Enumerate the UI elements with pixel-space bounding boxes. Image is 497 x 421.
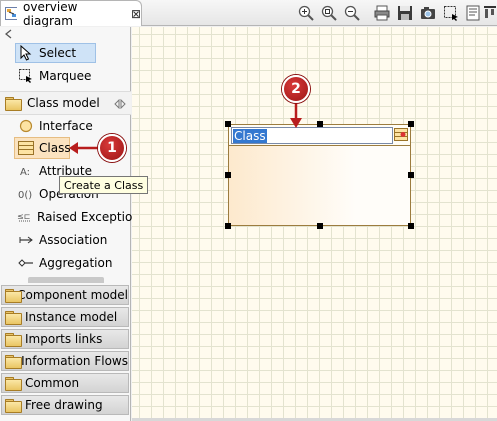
palette-tool-marquee[interactable]: Marquee [0, 65, 131, 87]
palette: Select Marquee Class model Interface Cla… [0, 27, 140, 421]
class-name-value: Class [233, 128, 267, 143]
save-icon[interactable] [396, 4, 414, 22]
palette-item-label: Interface [39, 119, 93, 133]
svg-text:A:: A: [20, 167, 30, 177]
svg-text:0(): 0() [18, 190, 32, 200]
print-icon[interactable] [373, 4, 391, 22]
folder-icon [5, 333, 22, 347]
pin-icon[interactable] [114, 98, 126, 112]
drawer-instance-model[interactable]: Instance model [1, 307, 129, 327]
folder-icon [5, 355, 23, 369]
close-icon[interactable]: ⊠ [131, 7, 141, 21]
select-area-icon[interactable] [442, 4, 460, 22]
resize-handle-e[interactable] [408, 172, 414, 178]
callout-badge: 1 [98, 134, 126, 162]
zoom-fit-icon[interactable] [320, 4, 338, 22]
align-icon[interactable] [481, 4, 497, 22]
drawer-class-model[interactable]: Class model [0, 91, 131, 115]
folder-icon [5, 311, 22, 325]
palette-tool-label: Select [39, 46, 77, 60]
drawer-label: Information Flows [21, 354, 128, 368]
resize-handle-se[interactable] [408, 223, 414, 229]
resize-handle-nw[interactable] [225, 121, 231, 127]
editor-tab-bar: overview diagram ⊠ [0, 0, 497, 28]
marquee-icon [17, 67, 35, 85]
zoom-in-icon[interactable] [297, 4, 315, 22]
palette-scroll-thumb[interactable] [28, 277, 104, 283]
raised-exception-icon: ≤⊏ [17, 208, 33, 226]
collapse-palette-icon[interactable] [5, 29, 13, 39]
palette-item-association[interactable]: Association [0, 229, 131, 251]
drawer-common[interactable]: Common [1, 373, 129, 393]
zoom-out-icon[interactable] [343, 4, 361, 22]
tab-overview-diagram[interactable]: overview diagram ⊠ [0, 0, 142, 28]
class-name-compartment[interactable]: Class [229, 125, 410, 146]
resize-handle-ne[interactable] [408, 121, 414, 127]
callout-arrow-left [69, 142, 100, 154]
resize-handle-s[interactable] [317, 223, 323, 229]
resize-handle-sw[interactable] [225, 223, 231, 229]
diagram-icon [5, 7, 18, 20]
drawer-component-model[interactable]: Component model [1, 285, 129, 305]
palette-tool-select[interactable]: Select [0, 42, 131, 64]
camera-icon[interactable] [419, 4, 437, 22]
drawer-information-flows[interactable]: Information Flows [1, 351, 129, 371]
palette-item-raised-exception[interactable]: ≤⊏ Raised Exception [0, 206, 140, 228]
tooltip: Create a Class [59, 176, 149, 194]
properties-icon[interactable] [464, 4, 482, 22]
palette-item-label: Raised Exception [37, 210, 140, 224]
drawer-label: Component model [17, 288, 128, 302]
drawer-label: Common [25, 376, 80, 390]
folder-icon [5, 289, 23, 303]
drawer-free-drawing[interactable]: Free drawing [1, 395, 129, 415]
class-element[interactable]: Class [228, 124, 411, 226]
resize-handle-w[interactable] [225, 172, 231, 178]
folder-open-icon [5, 97, 22, 111]
drawer-label: Free drawing [25, 398, 103, 412]
palette-item-label: Association [39, 233, 108, 247]
folder-icon [5, 377, 22, 391]
association-icon [17, 231, 35, 249]
interface-icon [17, 117, 35, 135]
folder-icon [5, 399, 22, 413]
palette-tool-label: Marquee [39, 69, 92, 83]
palette-item-label: Aggregation [39, 256, 113, 270]
callout-badge: 2 [282, 75, 310, 103]
callout-arrow-down [290, 102, 302, 128]
class-icon [394, 128, 408, 144]
cursor-arrow-icon [17, 44, 35, 62]
palette-item-label: Class [39, 141, 71, 155]
attribute-icon: A: [17, 162, 35, 180]
drawer-label: Instance model [25, 310, 118, 324]
drawer-label: Class model [27, 96, 100, 110]
operation-icon: 0() [17, 185, 35, 203]
palette-header [0, 27, 130, 41]
drawer-imports-links[interactable]: Imports links [1, 329, 129, 349]
resize-handle-n[interactable] [317, 121, 323, 127]
class-icon [17, 139, 35, 157]
aggregation-icon [17, 254, 35, 272]
tab-title: overview diagram [23, 0, 78, 28]
palette-item-aggregation[interactable]: Aggregation [0, 252, 131, 274]
class-name-edit-field[interactable]: Class [231, 127, 393, 144]
drawer-label: Imports links [25, 332, 103, 346]
svg-text:≤⊏: ≤⊏ [17, 212, 31, 221]
